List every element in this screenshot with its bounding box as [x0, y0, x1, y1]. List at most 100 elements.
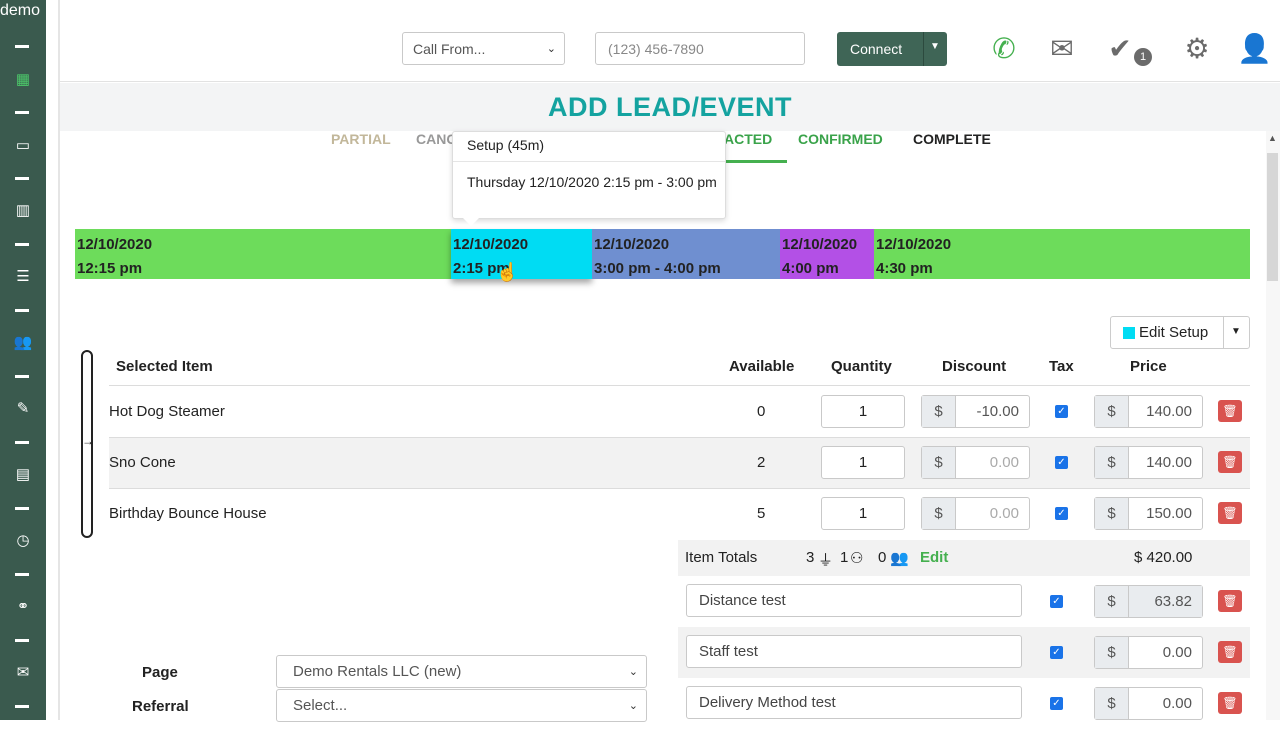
- list-icon[interactable]: ☰: [13, 268, 33, 286]
- item-available: 2: [757, 454, 766, 471]
- trash-icon[interactable]: 🗑: [1218, 590, 1242, 612]
- fee-amount-value: 0.00: [1162, 644, 1192, 661]
- drag-handle[interactable]: →: [81, 350, 94, 538]
- brand-logo: demo: [0, 2, 41, 19]
- tax-checkbox[interactable]: ✓: [1055, 405, 1068, 418]
- page-title: ADD LEAD/EVENT: [547, 92, 792, 122]
- header-selected-item: Selected Item: [116, 358, 213, 375]
- fee-tax-checkbox[interactable]: ✓: [1050, 595, 1063, 608]
- referral-select[interactable]: Select... ⌄: [276, 689, 647, 722]
- fee-tax-checkbox[interactable]: ✓: [1050, 646, 1063, 659]
- mail-icon[interactable]: ✉: [13, 664, 33, 682]
- discount-input[interactable]: $ 0.00: [921, 497, 1030, 530]
- tasks-badge: 1: [1134, 48, 1152, 66]
- fee-name-input[interactable]: Distance test: [686, 584, 1022, 617]
- currency-symbol: $: [922, 498, 956, 529]
- status-partial[interactable]: PARTIAL: [331, 131, 391, 147]
- staff-icon: ⚇: [850, 550, 864, 567]
- tax-checkbox[interactable]: ✓: [1055, 507, 1068, 520]
- timeline-date: 12/10/2020: [876, 236, 952, 253]
- timeline-segment[interactable]: 12/10/2020 4:30 pm: [874, 229, 1250, 279]
- header-price: Price: [1130, 358, 1167, 375]
- header-available: Available: [729, 358, 795, 375]
- currency-symbol: $: [1095, 396, 1129, 427]
- timeline-date: 12/10/2020: [77, 236, 153, 253]
- fee-name-input[interactable]: Staff test: [686, 635, 1022, 668]
- timeline-time: 2:15 pm: [453, 260, 510, 277]
- timeline-segment-event[interactable]: 12/10/2020 3:00 pm - 4:00 pm: [592, 229, 780, 279]
- call-from-select[interactable]: Call From... ⌄: [402, 32, 565, 65]
- connect-button[interactable]: Connect ▼: [837, 32, 947, 66]
- arrow-right-icon: →: [82, 434, 94, 448]
- trash-icon[interactable]: 🗑: [1218, 502, 1242, 524]
- discount-input[interactable]: $ -10.00: [921, 395, 1030, 428]
- sidebar-divider: [15, 441, 29, 444]
- power-count: 3: [806, 549, 815, 566]
- item-totals-amount: $ 420.00: [1134, 549, 1193, 566]
- tooltip-title: Setup (45m): [467, 137, 545, 153]
- phone-icon[interactable]: ✆: [988, 33, 1020, 65]
- table-row: Birthday Bounce House 5 1 $ 0.00 ✓ $ 150…: [109, 489, 1250, 540]
- trash-icon[interactable]: 🗑: [1218, 400, 1242, 422]
- sidebar-divider: [15, 507, 29, 510]
- trash-icon[interactable]: 🗑: [1218, 641, 1242, 663]
- edit-setup-label: Edit Setup: [1139, 324, 1209, 341]
- price-input[interactable]: $ 140.00: [1094, 395, 1203, 428]
- header-quantity: Quantity: [831, 358, 892, 375]
- quantity-input[interactable]: 1: [821, 395, 905, 428]
- user-edit-icon[interactable]: ✎: [13, 400, 33, 418]
- price-input[interactable]: $ 150.00: [1094, 497, 1203, 530]
- calendar-icon[interactable]: ▦: [13, 71, 33, 89]
- tax-checkbox[interactable]: ✓: [1055, 456, 1068, 469]
- user-clock-icon[interactable]: ◷: [13, 532, 33, 550]
- link-icon[interactable]: ⚭: [13, 598, 33, 616]
- fee-amount-input[interactable]: $ 0.00: [1094, 687, 1203, 720]
- status-canceled[interactable]: CANC: [416, 131, 456, 147]
- building-icon[interactable]: ▥: [13, 202, 33, 220]
- checkmark-icon[interactable]: ✔: [1104, 33, 1136, 65]
- envelope-icon[interactable]: ✉: [1046, 33, 1078, 65]
- edit-setup-split: [1223, 317, 1224, 348]
- status-complete[interactable]: COMPLETE: [913, 131, 991, 147]
- fee-amount-input[interactable]: $ 0.00: [1094, 636, 1203, 669]
- fee-tax-checkbox[interactable]: ✓: [1050, 697, 1063, 710]
- timeline-time: 4:30 pm: [876, 260, 933, 277]
- currency-symbol: $: [1095, 586, 1129, 617]
- page-scrollbar[interactable]: ▲: [1266, 131, 1280, 720]
- tooltip-arrow: [463, 218, 479, 226]
- invoice-icon[interactable]: ▤: [13, 466, 33, 484]
- scrollbar-thumb[interactable]: [1267, 153, 1278, 281]
- quantity-input[interactable]: 1: [821, 446, 905, 479]
- fee-name-input[interactable]: Delivery Method test: [686, 686, 1022, 719]
- scroll-up-icon[interactable]: ▲: [1268, 133, 1277, 143]
- header-tax: Tax: [1049, 358, 1074, 375]
- item-totals-row: Item Totals 3 ⏚ 1 ⚇ 0 👥 Edit $ 420.00: [678, 540, 1250, 576]
- timeline-segment-setup[interactable]: 12/10/2020 2:15 pm: [451, 229, 592, 279]
- discount-input[interactable]: $ 0.00: [921, 446, 1030, 479]
- edit-totals-link[interactable]: Edit: [920, 549, 948, 566]
- price-value: 140.00: [1146, 403, 1192, 420]
- phone-input[interactable]: (123) 456-7890: [595, 32, 805, 65]
- connect-label: Connect: [850, 41, 903, 57]
- status-contracted[interactable]: ACTED: [724, 131, 772, 147]
- credit-card-icon[interactable]: ▭: [13, 137, 33, 155]
- user-icon[interactable]: 👤: [1237, 33, 1272, 65]
- trash-icon[interactable]: 🗑: [1218, 692, 1242, 714]
- quantity-input[interactable]: 1: [821, 497, 905, 530]
- edit-setup-button[interactable]: Edit Setup ▼: [1110, 316, 1250, 349]
- fee-amount-input[interactable]: $ 63.82: [1094, 585, 1203, 618]
- caret-down-icon[interactable]: ▼: [1231, 326, 1241, 337]
- currency-symbol: $: [1095, 637, 1129, 668]
- timeline-segment-teardown[interactable]: 12/10/2020 4:00 pm: [780, 229, 874, 279]
- sidebar-divider: [15, 705, 29, 708]
- fee-amount-value: 63.82: [1154, 593, 1192, 610]
- price-input[interactable]: $ 140.00: [1094, 446, 1203, 479]
- page-select[interactable]: Demo Rentals LLC (new) ⌄: [276, 655, 647, 688]
- trash-icon[interactable]: 🗑: [1218, 451, 1242, 473]
- gear-icon[interactable]: ⚙: [1181, 33, 1213, 65]
- status-confirmed[interactable]: CONFIRMED: [798, 131, 883, 147]
- sidebar-divider: [15, 573, 29, 576]
- caret-down-icon[interactable]: ▼: [930, 41, 940, 52]
- timeline-segment[interactable]: 12/10/2020 12:15 pm: [75, 229, 451, 279]
- users-icon[interactable]: 👥: [13, 334, 33, 352]
